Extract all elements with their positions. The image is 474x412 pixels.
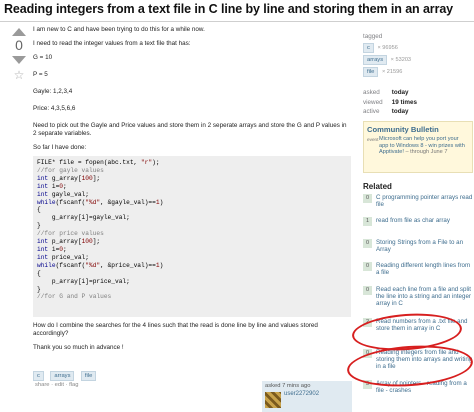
body-paragraph: Need to pick out the Gayle and Price val… bbox=[33, 122, 347, 137]
sidebar-tag[interactable]: c bbox=[363, 43, 374, 53]
community-bulletin: Community Bulletin event Microsoft can h… bbox=[363, 121, 473, 173]
question-tags: c arrays file bbox=[33, 364, 98, 381]
question-stats: asked today viewed 19 times active today bbox=[363, 88, 471, 117]
code-line: //for price values bbox=[37, 230, 104, 238]
code-line: while(fscanf("%d", &gayle_val)==1) bbox=[37, 198, 164, 206]
code-line: int i=0; bbox=[37, 245, 67, 253]
body-value-line: Gayle: 1,2,3,4 bbox=[33, 88, 73, 95]
code-line: //for G and P values bbox=[37, 293, 112, 301]
bulletin-item[interactable]: event Microsoft can help you port your a… bbox=[367, 136, 469, 156]
upvote-arrow-icon[interactable] bbox=[12, 28, 26, 36]
stat-label: viewed bbox=[363, 98, 383, 106]
sidebar-tag-row: file × 21596 bbox=[363, 67, 471, 79]
code-line: { bbox=[37, 269, 41, 277]
code-block: FILE* file = fopen(abc.txt, "r");//for g… bbox=[33, 156, 351, 317]
vote-count: 0 bbox=[15, 37, 23, 53]
stat-label: active bbox=[363, 108, 380, 115]
bulletin-heading: Community Bulletin bbox=[367, 125, 439, 134]
code-line: } bbox=[37, 285, 41, 293]
sidebar-tag-row: c × 96956 bbox=[363, 43, 471, 55]
code-line: while(fscanf("%d", &price_val)==1) bbox=[37, 261, 164, 269]
stat-row: active today bbox=[363, 107, 471, 117]
tag-arrays[interactable]: arrays bbox=[50, 371, 75, 381]
related-heading: Related bbox=[363, 182, 392, 191]
related-score: 1 bbox=[363, 217, 372, 226]
related-link[interactable]: read from file as char array bbox=[376, 217, 473, 224]
body-paragraph: I am new to C and have been trying to do… bbox=[33, 26, 205, 33]
tag-c[interactable]: c bbox=[33, 371, 44, 381]
body-value-line: Price: 4,3,5,6,6 bbox=[33, 105, 76, 112]
code-line: int price_val; bbox=[37, 253, 89, 261]
stat-value: today bbox=[391, 89, 409, 96]
related-score: 0 bbox=[363, 194, 372, 203]
body-paragraph: I need to read the integer values from a… bbox=[33, 40, 191, 47]
sidebar-tag-row: arrays × 53203 bbox=[363, 55, 471, 67]
related-score: 0 bbox=[363, 239, 372, 248]
related-item[interactable]: 0 C programming pointer arrays read file bbox=[363, 194, 473, 208]
tag-count: × 53203 bbox=[390, 57, 412, 63]
code-line: int i=0; bbox=[37, 182, 67, 190]
stat-label: asked bbox=[363, 89, 380, 96]
related-score: 0 bbox=[363, 286, 372, 295]
stat-row: asked today bbox=[363, 88, 471, 98]
avatar[interactable] bbox=[265, 392, 281, 408]
bulletin-item-sub: – through June 7 bbox=[405, 149, 448, 156]
owner-name[interactable]: user2272902 bbox=[284, 391, 319, 397]
title-divider bbox=[0, 21, 474, 22]
favorite-star-icon[interactable]: ☆ bbox=[6, 68, 32, 82]
asked-time: asked 7 mins ago bbox=[265, 383, 311, 389]
related-item[interactable]: 0 Read each line from a file and split t… bbox=[363, 286, 473, 308]
owner-card: asked 7 mins ago user2272902 bbox=[262, 381, 352, 412]
tag-file[interactable]: file bbox=[80, 371, 97, 381]
question-body: I am new to C and have been trying to do… bbox=[33, 26, 351, 158]
code-line: //for gayle values bbox=[37, 166, 104, 174]
code-line: int gayle_val; bbox=[37, 190, 89, 198]
tag-count: × 21596 bbox=[381, 69, 403, 75]
stat-value: today bbox=[391, 108, 409, 115]
body-value-line: P = 5 bbox=[33, 71, 48, 78]
related-item[interactable]: 0 Storing Strings from a File to an Arra… bbox=[363, 239, 473, 253]
code-line: int p_array[100]; bbox=[37, 238, 101, 246]
related-link[interactable]: Read each line from a file and split the… bbox=[376, 286, 473, 308]
sidebar-tag[interactable]: arrays bbox=[363, 55, 388, 65]
body-paragraph: How do I combine the searches for the 4 … bbox=[33, 322, 318, 337]
sidebar-tags: c × 96956 arrays × 53203 file × 21596 bbox=[363, 43, 471, 79]
code-line: int g_array[100]; bbox=[37, 174, 101, 182]
code-line: { bbox=[37, 206, 41, 214]
stat-value: 19 times bbox=[391, 98, 417, 106]
code-line: FILE* file = fopen(abc.txt, "r"); bbox=[37, 159, 160, 166]
sidebar-tag[interactable]: file bbox=[363, 67, 379, 77]
tag-count: × 96956 bbox=[377, 45, 398, 51]
stat-row: viewed 19 times bbox=[363, 98, 471, 108]
body-paragraph: So far I have done: bbox=[33, 144, 87, 151]
body-value-line: G = 10 bbox=[33, 54, 53, 61]
vote-cell: 0 ☆ bbox=[6, 28, 32, 82]
related-link[interactable]: Reading different length lines from a fi… bbox=[376, 262, 473, 276]
tagged-heading: tagged bbox=[363, 33, 383, 40]
code-line: } bbox=[37, 222, 41, 230]
related-item[interactable]: 1 read from file as char array bbox=[363, 217, 473, 226]
code-line: p_array[i]=price_val; bbox=[37, 277, 130, 285]
downvote-arrow-icon[interactable] bbox=[12, 56, 26, 64]
post-menu[interactable]: share · edit · flag bbox=[35, 382, 79, 388]
body-paragraph: Thank you so much in advance ! bbox=[33, 344, 124, 351]
code-line: g_array[i]=gayle_val; bbox=[37, 214, 130, 222]
related-score: 0 bbox=[363, 262, 372, 271]
related-item[interactable]: 0 Reading different length lines from a … bbox=[363, 262, 473, 276]
bulletin-item-label: event bbox=[367, 137, 379, 142]
related-link[interactable]: C programming pointer arrays read file bbox=[376, 194, 473, 208]
question-body-end: How do I combine the searches for the 4 … bbox=[33, 322, 351, 358]
question-title[interactable]: Reading integers from a text file in C l… bbox=[4, 2, 470, 16]
related-link[interactable]: Storing Strings from a File to an Array bbox=[376, 239, 473, 253]
